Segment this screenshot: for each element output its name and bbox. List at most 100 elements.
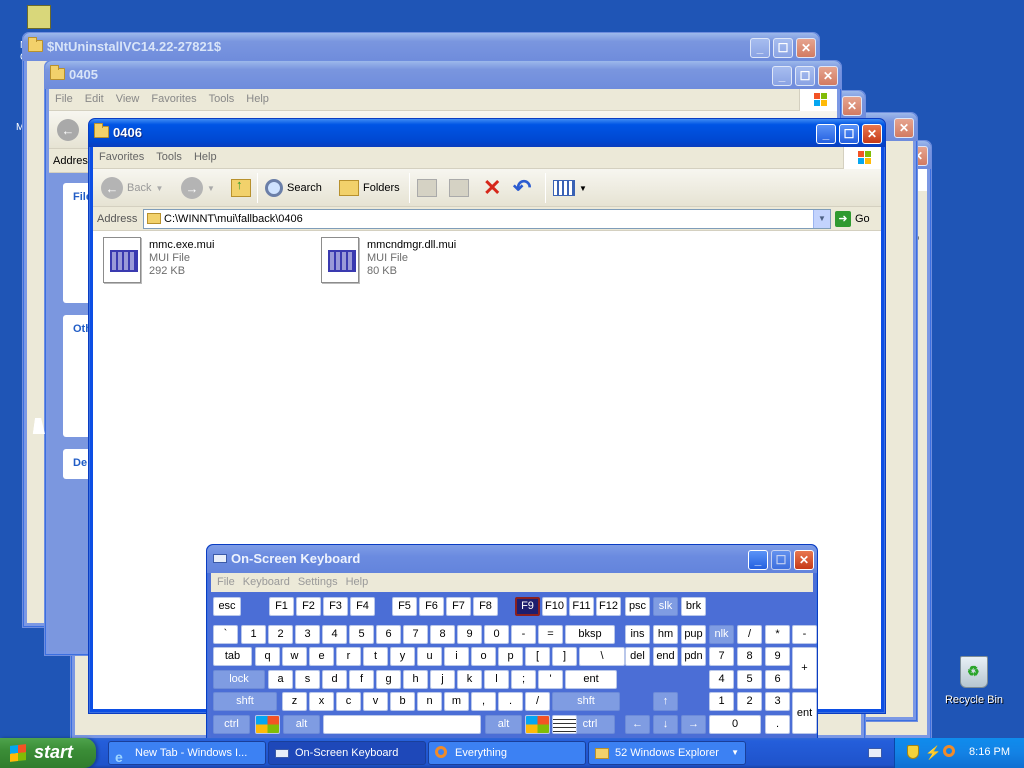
key-F6[interactable]: F6	[419, 597, 444, 616]
menu-file[interactable]: File	[49, 89, 79, 109]
key-F5[interactable]: F5	[392, 597, 417, 616]
key-6[interactable]: 6	[376, 625, 401, 644]
key-3[interactable]: 3	[295, 625, 320, 644]
key-ent[interactable]: ent	[565, 670, 617, 689]
key-ins[interactable]: ins	[625, 625, 650, 644]
key-F4[interactable]: F4	[350, 597, 375, 616]
menu-help[interactable]: Help	[188, 147, 223, 167]
key-0[interactable]: 0	[709, 715, 761, 734]
clock[interactable]: 8:16 PM	[969, 746, 1010, 758]
key-shft[interactable]: shft	[552, 692, 620, 711]
menu-help[interactable]: Help	[240, 89, 275, 109]
key-alt[interactable]: alt	[283, 715, 320, 734]
menu-file[interactable]: File	[213, 576, 239, 588]
key-del[interactable]: del	[625, 647, 650, 666]
minimize-button[interactable]: _	[750, 38, 770, 58]
task-new-tab[interactable]: e New Tab - Windows I...	[108, 741, 266, 765]
copy-to-button[interactable]	[449, 175, 469, 201]
file-item[interactable]: mmcndmgr.dll.mui MUI File 80 KB	[321, 237, 456, 283]
back-arrow-icon[interactable]: ←	[57, 119, 79, 141]
key-m[interactable]: m	[444, 692, 469, 711]
key-4[interactable]: 4	[322, 625, 347, 644]
key-nlk[interactable]: nlk	[709, 625, 734, 644]
key-esc[interactable]: esc	[213, 597, 241, 616]
key-sym[interactable]: /	[737, 625, 762, 644]
key-sym[interactable]: [	[525, 647, 550, 666]
key-u[interactable]: u	[417, 647, 442, 666]
key-sym[interactable]: '	[538, 670, 563, 689]
key-9[interactable]: 9	[765, 647, 790, 666]
key-d[interactable]: d	[322, 670, 347, 689]
search-tray-icon[interactable]	[943, 745, 955, 757]
key-8[interactable]: 8	[737, 647, 762, 666]
key-1[interactable]: 1	[709, 692, 734, 711]
key-v[interactable]: v	[363, 692, 388, 711]
maximize-button[interactable]: ☐	[773, 38, 793, 58]
key-r[interactable]: r	[336, 647, 361, 666]
key-5[interactable]: 5	[349, 625, 374, 644]
key-sym[interactable]: .	[498, 692, 523, 711]
search-button[interactable]: Search	[265, 175, 322, 201]
key-ent[interactable]: ent	[792, 692, 817, 734]
menu-help[interactable]: Help	[342, 576, 373, 588]
close-button[interactable]: ✕	[842, 96, 862, 116]
back-button[interactable]: ← Back ▼	[101, 175, 163, 201]
key-f[interactable]: f	[349, 670, 374, 689]
key-lock[interactable]: lock	[213, 670, 265, 689]
up-folder-button[interactable]: ↑	[231, 175, 251, 201]
key-pdn[interactable]: pdn	[681, 647, 706, 666]
network-tray-icon[interactable]: ⚡	[925, 745, 941, 761]
key-t[interactable]: t	[363, 647, 388, 666]
recycle-bin[interactable]: ♻ Recycle Bin	[944, 656, 1004, 716]
key-sym[interactable]: -	[792, 625, 817, 644]
uninstall-titlebar[interactable]: $NtUninstallVC14.22-27821$ ✕ ☐ _	[23, 33, 819, 61]
delete-button[interactable]: ✕	[483, 175, 501, 201]
key-pup[interactable]: pup	[681, 625, 706, 644]
close-button[interactable]: ✕	[894, 118, 914, 138]
key-l[interactable]: l	[484, 670, 509, 689]
key-sym[interactable]: `	[213, 625, 238, 644]
minimize-button[interactable]: _	[772, 66, 792, 86]
keyboard-language-icon[interactable]	[868, 748, 882, 758]
up-arrow-key-icon[interactable]: ↑	[653, 692, 678, 711]
key-shft[interactable]: shft	[213, 692, 277, 711]
key-6[interactable]: 6	[765, 670, 790, 689]
maximize-button[interactable]: ☐	[839, 124, 859, 144]
minimize-button[interactable]: _	[748, 550, 768, 570]
key-x[interactable]: x	[309, 692, 334, 711]
task-windows-explorer-group[interactable]: 52 Windows Explorer ▼	[588, 741, 746, 765]
key-2[interactable]: 2	[268, 625, 293, 644]
key-F3[interactable]: F3	[323, 597, 348, 616]
key-s[interactable]: s	[295, 670, 320, 689]
key-F7[interactable]: F7	[446, 597, 471, 616]
key-b[interactable]: b	[390, 692, 415, 711]
desktop-network-icon[interactable]	[27, 5, 51, 29]
menu-view[interactable]: View	[110, 89, 146, 109]
close-button[interactable]: ✕	[796, 38, 816, 58]
address-input[interactable]: C:\WINNT\mui\fallback\0406 ▼	[143, 209, 831, 229]
menu-tools[interactable]: Tools	[203, 89, 241, 109]
key-sym[interactable]: *	[765, 625, 790, 644]
key-j[interactable]: j	[430, 670, 455, 689]
key-F11[interactable]: F11	[569, 597, 594, 616]
maximize-button[interactable]: ☐	[771, 550, 791, 570]
right-arrow-key-icon[interactable]: →	[681, 715, 706, 734]
key-h[interactable]: h	[403, 670, 428, 689]
file-item[interactable]: mmc.exe.mui MUI File 292 KB	[103, 237, 214, 283]
key-bksp[interactable]: bksp	[565, 625, 615, 644]
window-0406-titlebar[interactable]: 0406 ✕ ☐ _	[89, 119, 885, 147]
key-slk[interactable]: slk	[653, 597, 678, 616]
key-p[interactable]: p	[498, 647, 523, 666]
key-sym[interactable]: -	[511, 625, 536, 644]
key-F9[interactable]: F9	[515, 597, 540, 616]
key-5[interactable]: 5	[737, 670, 762, 689]
key-sym[interactable]: \	[579, 647, 625, 666]
folders-button[interactable]: Folders	[339, 175, 400, 201]
go-button[interactable]: ➜ Go	[835, 211, 870, 227]
key-7[interactable]: 7	[709, 647, 734, 666]
task-everything[interactable]: Everything	[428, 741, 586, 765]
minimize-button[interactable]: _	[816, 124, 836, 144]
key-alt[interactable]: alt	[485, 715, 522, 734]
osk-titlebar[interactable]: On-Screen Keyboard ✕ ☐ _	[207, 545, 817, 573]
key-F8[interactable]: F8	[473, 597, 498, 616]
